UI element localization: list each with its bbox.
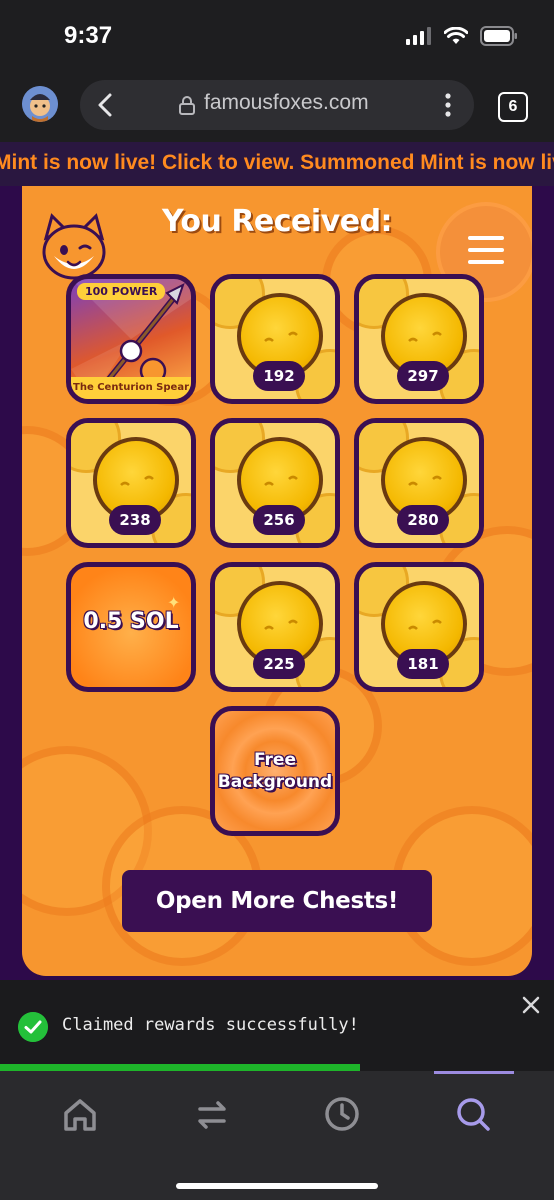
toast-message: Claimed rewards successfully! (62, 1015, 359, 1035)
battery-icon (480, 26, 517, 46)
browser-toolbar: famousfoxes.com 6 (0, 72, 554, 142)
toast-progress-bar (0, 1064, 554, 1071)
reward-tile-coin[interactable]: 225 (210, 562, 340, 692)
reward-tile-coin[interactable]: 256 (210, 418, 340, 548)
check-circle-icon (18, 1012, 48, 1042)
avatar-icon (22, 86, 58, 122)
home-icon[interactable] (50, 1091, 110, 1137)
coin-amount-badge: 280 (397, 505, 449, 535)
open-more-chests-button[interactable]: Open More Chests! (122, 870, 432, 932)
wifi-icon (444, 27, 468, 44)
toast-progress-fill (0, 1064, 361, 1071)
bottom-navigation (0, 1071, 554, 1200)
app-root: 9:37 famousfoxes.com 6 Mint is now live!… (0, 0, 554, 1200)
success-toast: Claimed rewards successfully! (0, 980, 554, 1072)
power-tag: 100 POWER (77, 283, 166, 300)
url-text: famousfoxes.com (204, 91, 369, 114)
announcement-marquee[interactable]: Mint is now live! Click to view. Summone… (0, 142, 554, 186)
home-indicator (176, 1183, 378, 1189)
profile-avatar[interactable] (22, 86, 58, 122)
coin-amount-badge: 238 (109, 505, 161, 535)
status-time: 9:37 (64, 22, 113, 49)
reward-tile-coin[interactable]: 181 (354, 562, 484, 692)
status-icons (406, 26, 518, 46)
back-icon[interactable] (94, 92, 118, 118)
reward-tile-item[interactable]: 100 POWER The Centurion Spear (66, 274, 196, 404)
coin-amount-badge: 192 (253, 361, 305, 391)
background-label: Free Background (215, 749, 335, 793)
item-name: The Centurion Spear (71, 377, 191, 399)
reward-tile-coin[interactable]: 280 (354, 418, 484, 548)
active-tab-indicator (434, 1071, 514, 1074)
more-options-icon[interactable] (438, 92, 458, 118)
coin-amount-badge: 181 (397, 649, 449, 679)
reward-tile-coin[interactable]: 238 (66, 418, 196, 548)
reward-tile-coin[interactable]: 297 (354, 274, 484, 404)
search-icon[interactable] (444, 1091, 504, 1137)
marquee-text: Mint is now live! Click to view. Summone… (0, 151, 554, 174)
history-icon[interactable] (312, 1091, 372, 1137)
close-icon[interactable] (520, 994, 542, 1016)
signal-icon (406, 27, 431, 45)
tab-switcher-button[interactable]: 6 (498, 92, 528, 122)
reward-tile-sol[interactable]: 0.5 SOL ✦ (66, 562, 196, 692)
reward-tile-coin[interactable]: 192 (210, 274, 340, 404)
coin-amount-badge: 297 (397, 361, 449, 391)
rewards-card: You Received: 100 POWER The Centurion Sp… (22, 186, 532, 976)
coin-amount-badge: 256 (253, 505, 305, 535)
swap-icon[interactable] (182, 1091, 242, 1137)
sparkle-icon: ✦ (167, 593, 181, 612)
background-label-line1: Free (254, 750, 296, 770)
hamburger-icon (468, 236, 504, 266)
coin-amount-badge: 225 (253, 649, 305, 679)
background-label-line2: Background (217, 772, 333, 792)
address-bar[interactable]: famousfoxes.com (80, 80, 474, 130)
lock-icon (179, 96, 195, 115)
status-bar: 9:37 (0, 0, 554, 72)
sol-amount: 0.5 SOL (83, 609, 179, 634)
reward-tile-background[interactable]: Free Background (210, 706, 340, 836)
